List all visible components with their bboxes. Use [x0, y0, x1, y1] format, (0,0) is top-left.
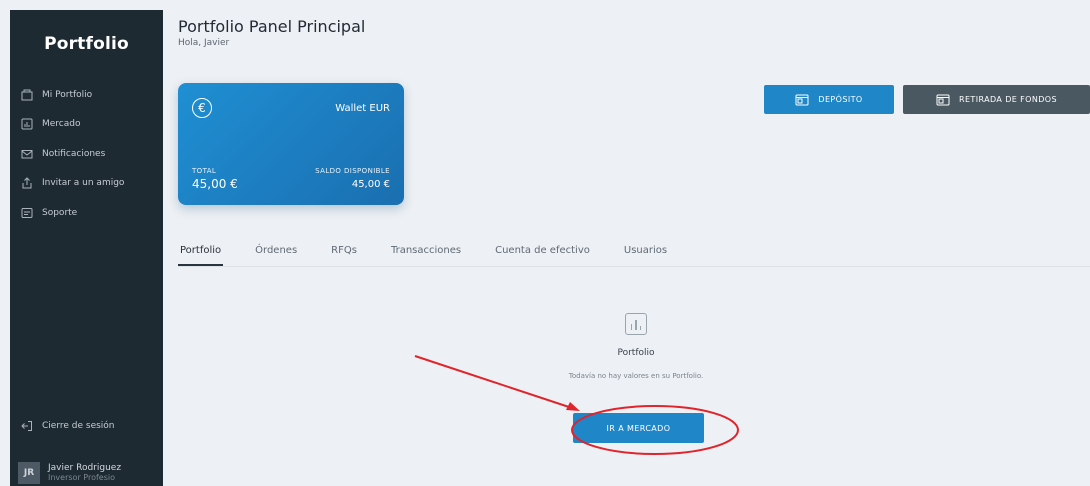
tab-ordenes[interactable]: Órdenes	[253, 244, 299, 266]
avatar: JR	[18, 462, 40, 484]
deposit-icon	[795, 94, 809, 105]
greeting: Hola, Javier	[178, 38, 230, 48]
sidebar-item-label: Invitar a un amigo	[42, 178, 125, 189]
total-label: TOTAL	[192, 167, 217, 175]
tab-transacciones[interactable]: Transacciones	[389, 244, 463, 266]
annotation-arrowhead	[566, 402, 580, 411]
deposit-label: DEPÓSITO	[818, 95, 863, 104]
available-balance-label: SALDO DISPONIBLE	[315, 167, 390, 175]
tab-bar: Portfolio Órdenes RFQs Transacciones Cue…	[178, 244, 699, 266]
wallet-card[interactable]: € Wallet EUR TOTAL 45,00 € SALDO DISPONI…	[178, 83, 404, 205]
euro-icon: €	[192, 98, 212, 118]
empty-state-message: Todavía no hay valores en su Portfolio.	[568, 372, 704, 380]
sidebar: Portfolio Mi Portfolio Mercado Notificac…	[10, 10, 163, 486]
logout-button[interactable]: Cierre de sesión	[21, 420, 115, 432]
go-to-market-button[interactable]: IR A MERCADO	[573, 413, 704, 443]
sidebar-item-label: Soporte	[42, 207, 78, 218]
chart-icon	[21, 118, 33, 130]
tabs-divider	[178, 266, 1090, 267]
wallet-name: Wallet EUR	[335, 103, 390, 114]
chat-icon	[21, 207, 33, 219]
page-title: Portfolio Panel Principal	[178, 17, 366, 36]
tab-usuarios[interactable]: Usuarios	[622, 244, 669, 266]
deposit-button[interactable]: DEPÓSITO	[764, 85, 894, 114]
sidebar-item-notificaciones[interactable]: Notificaciones	[10, 139, 163, 169]
tab-cuenta-efectivo[interactable]: Cuenta de efectivo	[493, 244, 592, 266]
sidebar-item-soporte[interactable]: Soporte	[10, 198, 163, 228]
user-name: Javier Rodriguez	[48, 463, 122, 473]
sidebar-item-invitar[interactable]: Invitar a un amigo	[10, 169, 163, 199]
total-value: 45,00 €	[192, 177, 238, 191]
sidebar-item-label: Mi Portfolio	[42, 89, 93, 100]
withdraw-button[interactable]: RETIRADA DE FONDOS	[903, 85, 1090, 114]
user-info: Javier Rodriguez Inversor Profesio	[48, 463, 121, 483]
sidebar-nav: Mi Portfolio Mercado Notificaciones Invi…	[10, 80, 163, 228]
share-icon	[21, 177, 33, 189]
withdraw-icon	[936, 94, 950, 105]
sidebar-item-label: Notificaciones	[42, 148, 106, 159]
sidebar-item-mercado[interactable]: Mercado	[10, 110, 163, 140]
withdraw-label: RETIRADA DE FONDOS	[959, 95, 1057, 104]
user-profile[interactable]: JR Javier Rodriguez Inversor Profesio	[10, 457, 163, 486]
annotation-overlay	[414, 355, 739, 455]
logout-icon	[21, 420, 33, 432]
empty-state-title: Portfolio	[617, 348, 655, 358]
tab-rfqs[interactable]: RFQs	[329, 244, 359, 266]
sidebar-item-mi-portfolio[interactable]: Mi Portfolio	[10, 80, 163, 110]
sidebar-item-label: Mercado	[42, 119, 81, 130]
mail-icon	[21, 148, 33, 160]
logout-label: Cierre de sesión	[42, 421, 115, 431]
tab-portfolio[interactable]: Portfolio	[178, 244, 224, 266]
app-logo[interactable]: Portfolio	[10, 34, 163, 54]
user-role: Inversor Profesio	[48, 473, 115, 482]
wallet-icon	[21, 89, 33, 101]
available-balance-value: 45,00 €	[351, 179, 390, 190]
annotation-arrow	[414, 355, 573, 409]
bar-chart-icon	[625, 313, 647, 335]
